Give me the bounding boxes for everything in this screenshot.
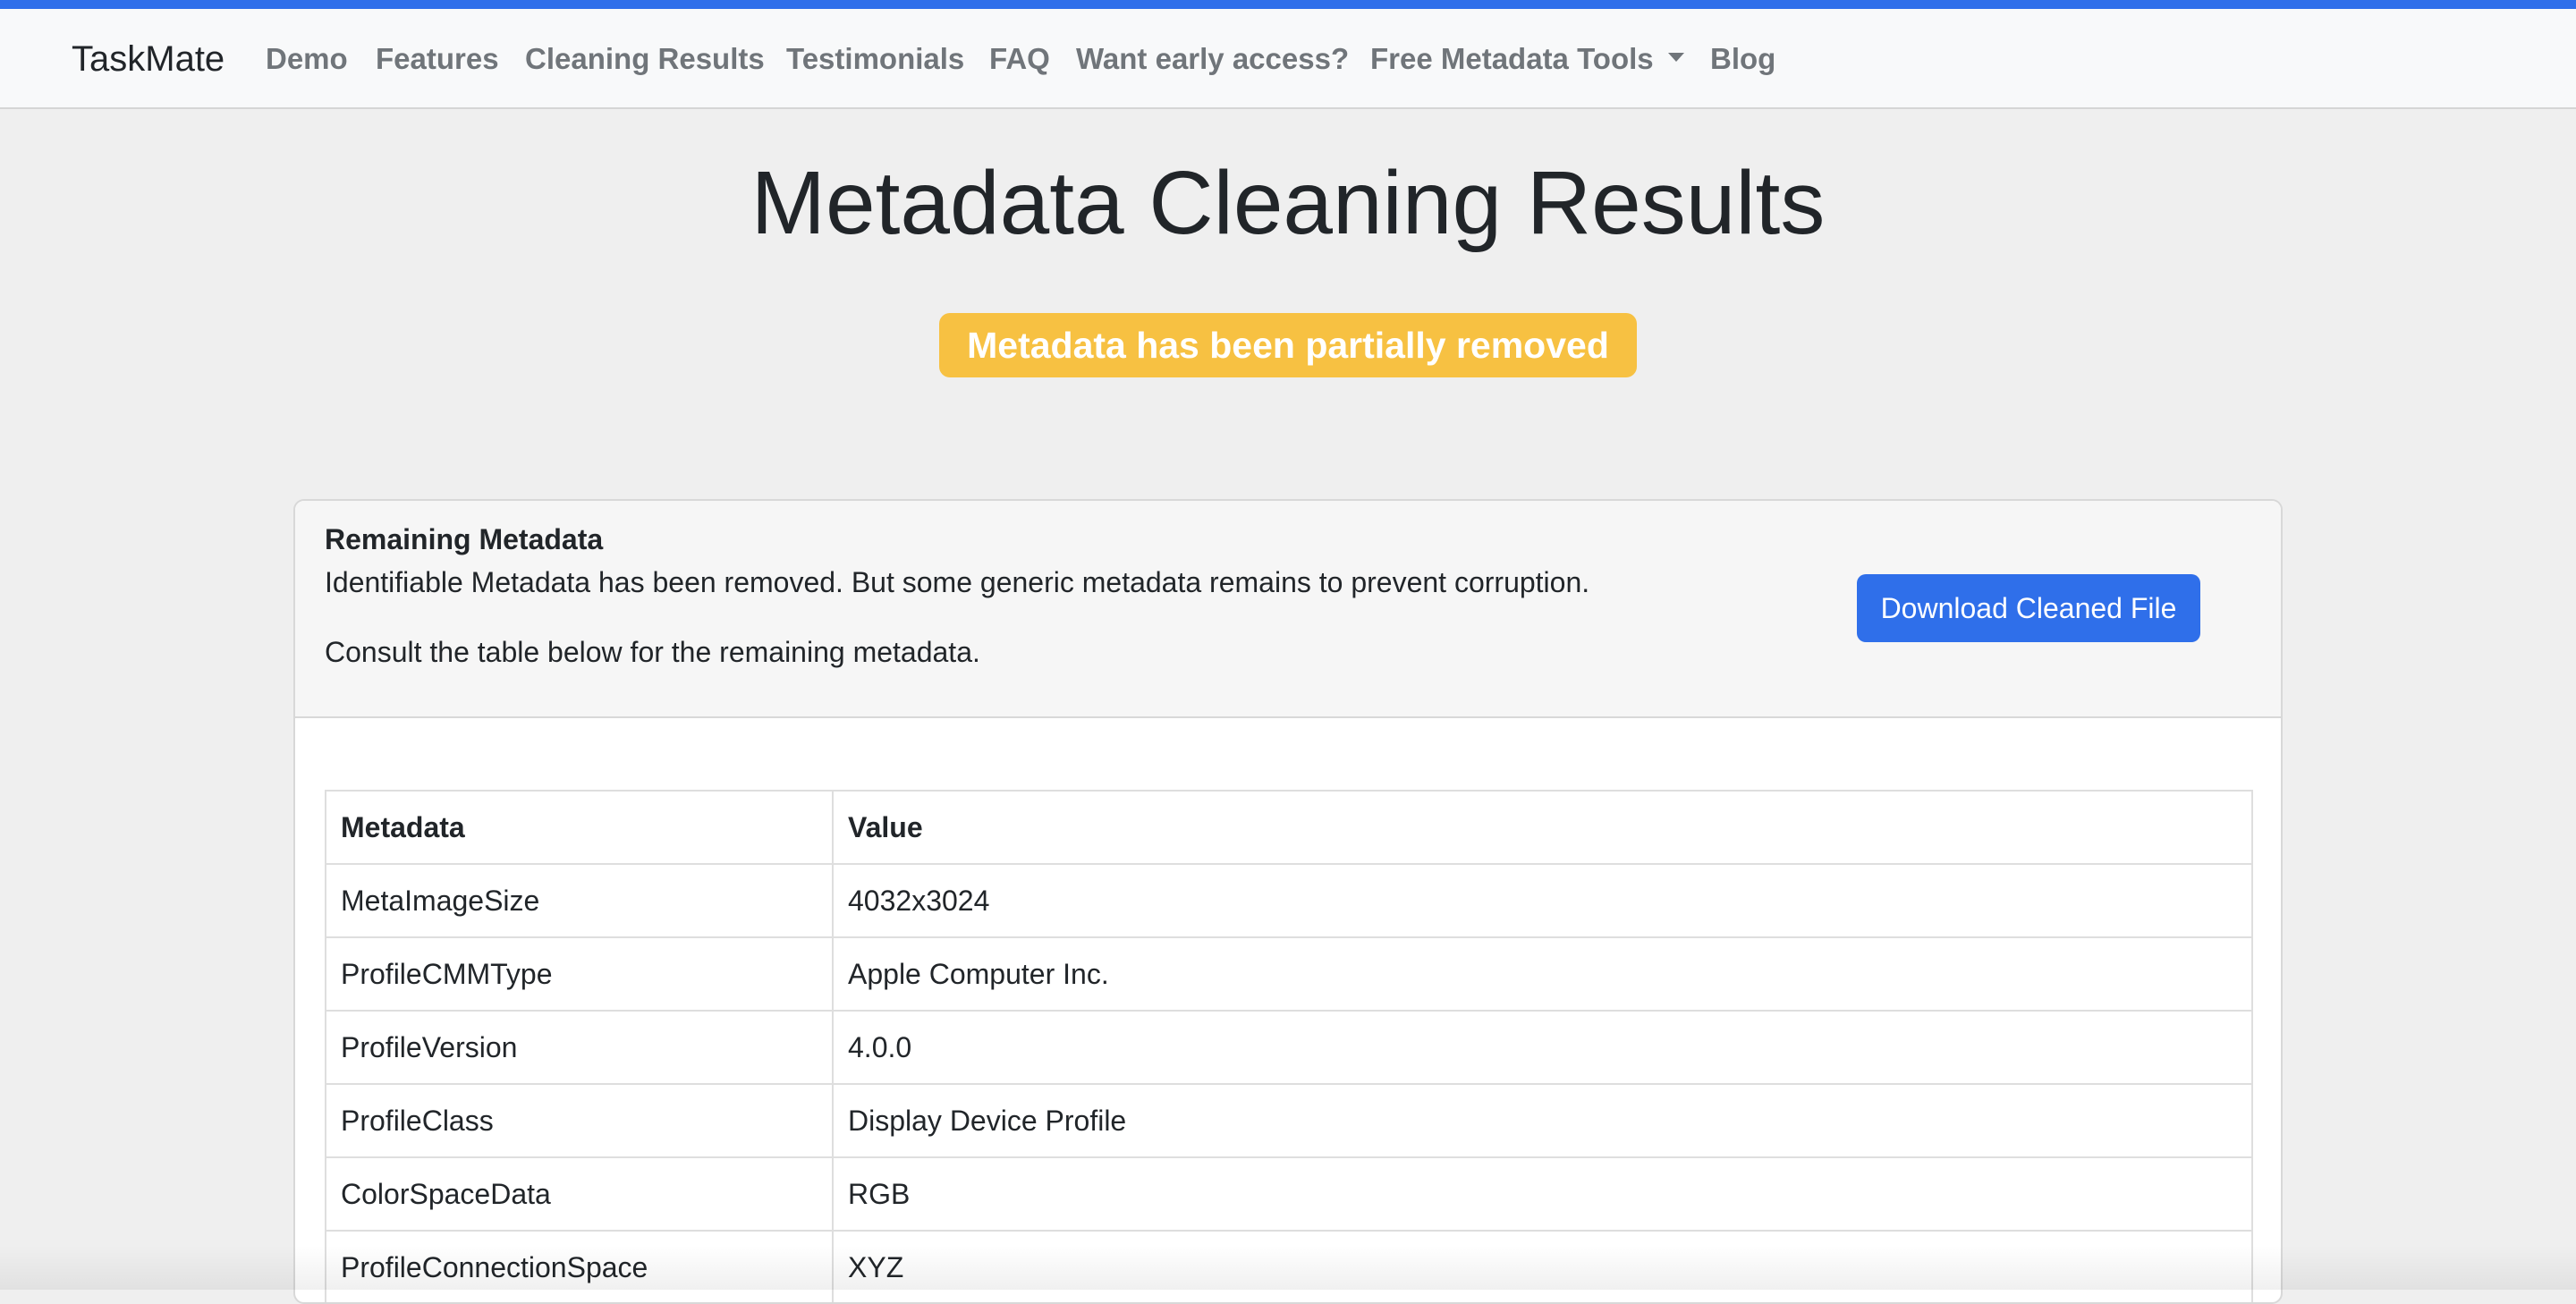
- table-cell-key: ProfileConnectionSpace: [325, 1230, 834, 1302]
- nav-item-cleaning-results[interactable]: Cleaning Results: [525, 41, 765, 77]
- card-instruction: Consult the table below for the remainin…: [325, 636, 980, 668]
- results-card: Remaining Metadata Identifiable Metadata…: [293, 499, 2283, 1304]
- table-header-value: Value: [832, 790, 2253, 865]
- table-cell-key: ProfileClass: [325, 1083, 834, 1158]
- table-cell-key: ColorSpaceData: [325, 1156, 834, 1232]
- nav-item-testimonials[interactable]: Testimonials: [786, 41, 964, 77]
- nav-item-blog[interactable]: Blog: [1710, 41, 1775, 77]
- table-cell-value: XYZ: [832, 1230, 2253, 1302]
- table-cell-value: RGB: [832, 1156, 2253, 1232]
- table-cell-key: MetaImageSize: [325, 863, 834, 938]
- top-accent-bar: [0, 0, 2576, 9]
- table-row: MetaImageSize 4032x3024: [325, 863, 2253, 938]
- table-row: ProfileCMMType Apple Computer Inc.: [325, 936, 2253, 1012]
- nav-item-features[interactable]: Features: [376, 41, 499, 77]
- table-cell-value: Display Device Profile: [832, 1083, 2253, 1158]
- card-description: Identifiable Metadata has been removed. …: [325, 566, 1590, 598]
- table-row: ProfileVersion 4.0.0: [325, 1010, 2253, 1085]
- table-cell-value: 4.0.0: [832, 1010, 2253, 1085]
- table-header-metadata: Metadata: [325, 790, 834, 865]
- nav-item-early-access[interactable]: Want early access?: [1076, 41, 1349, 77]
- table-cell-key: ProfileCMMType: [325, 936, 834, 1012]
- nav-item-demo[interactable]: Demo: [266, 41, 348, 77]
- table-row: ProfileConnectionSpace XYZ: [325, 1230, 2253, 1302]
- table-cell-value: Apple Computer Inc.: [832, 936, 2253, 1012]
- table-row: ColorSpaceData RGB: [325, 1156, 2253, 1232]
- page-title: Metadata Cleaning Results: [750, 153, 1826, 253]
- card-title: Remaining Metadata: [325, 523, 604, 555]
- status-badge: Metadata has been partially removed: [939, 313, 1637, 377]
- table-cell-key: ProfileVersion: [325, 1010, 834, 1085]
- brand-link[interactable]: TaskMate: [72, 38, 225, 80]
- nav-item-faq[interactable]: FAQ: [989, 41, 1050, 77]
- download-cleaned-file-button[interactable]: Download Cleaned File: [1857, 574, 2200, 642]
- caret-down-icon: [1667, 53, 1684, 63]
- table-cell-value: 4032x3024: [832, 863, 2253, 938]
- nav-item-free-metadata-tools[interactable]: Free Metadata Tools: [1370, 41, 1684, 77]
- nav-item-free-metadata-tools-label: Free Metadata Tools: [1370, 42, 1654, 75]
- table-header-row: Metadata Value: [325, 790, 2253, 865]
- metadata-table: Metadata Value MetaImageSize 4032x3024 P…: [325, 790, 2253, 1302]
- table-row: ProfileClass Display Device Profile: [325, 1083, 2253, 1158]
- card-header: Remaining Metadata Identifiable Metadata…: [295, 501, 2281, 718]
- navbar: TaskMate Demo Features Cleaning Results …: [0, 9, 2576, 109]
